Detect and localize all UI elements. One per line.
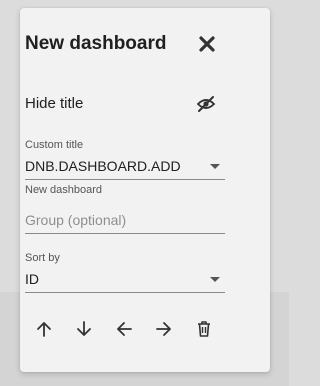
move-right-button[interactable]: [153, 318, 175, 340]
custom-title-field[interactable]: Custom title DNB.DASHBOARD.ADD New dashb…: [25, 139, 225, 197]
dialog-title: New dashboard: [25, 33, 167, 54]
delete-icon: [193, 318, 215, 340]
move-left-button[interactable]: [113, 318, 135, 340]
arrow-up-icon: [33, 318, 55, 340]
sort-by-select[interactable]: ID: [25, 269, 225, 289]
custom-title-value: DNB.DASHBOARD.ADD: [25, 158, 181, 174]
sort-by-label: Sort by: [25, 252, 60, 264]
hide-title-label: Hide title: [25, 95, 84, 112]
sort-by-field[interactable]: Sort by ID: [25, 252, 225, 293]
close-icon: [196, 33, 218, 55]
sort-by-value: ID: [25, 271, 39, 287]
item-toolbar: [33, 318, 223, 340]
group-field[interactable]: Group (optional): [25, 210, 225, 234]
hide-title-toggle[interactable]: [195, 93, 217, 115]
dropdown-caret-icon: [210, 164, 220, 169]
dropdown-caret-icon: [210, 277, 220, 282]
hide-title-row: Hide title: [25, 93, 225, 115]
group-input[interactable]: Group (optional): [25, 210, 225, 230]
move-up-button[interactable]: [33, 318, 55, 340]
eye-off-icon: [195, 93, 217, 115]
move-down-button[interactable]: [73, 318, 95, 340]
group-underline: [25, 233, 225, 234]
custom-title-label: Custom title: [25, 139, 84, 151]
custom-title-select[interactable]: DNB.DASHBOARD.ADD: [25, 156, 225, 176]
custom-title-underline: [25, 179, 225, 180]
arrow-down-icon: [73, 318, 95, 340]
arrow-left-icon: [113, 318, 135, 340]
custom-title-helper: New dashboard: [25, 184, 103, 196]
delete-button[interactable]: [193, 318, 215, 340]
arrow-right-icon: [153, 318, 175, 340]
sort-by-underline: [25, 292, 225, 293]
close-button[interactable]: [196, 33, 218, 55]
dialog-header: New dashboard: [25, 31, 225, 57]
